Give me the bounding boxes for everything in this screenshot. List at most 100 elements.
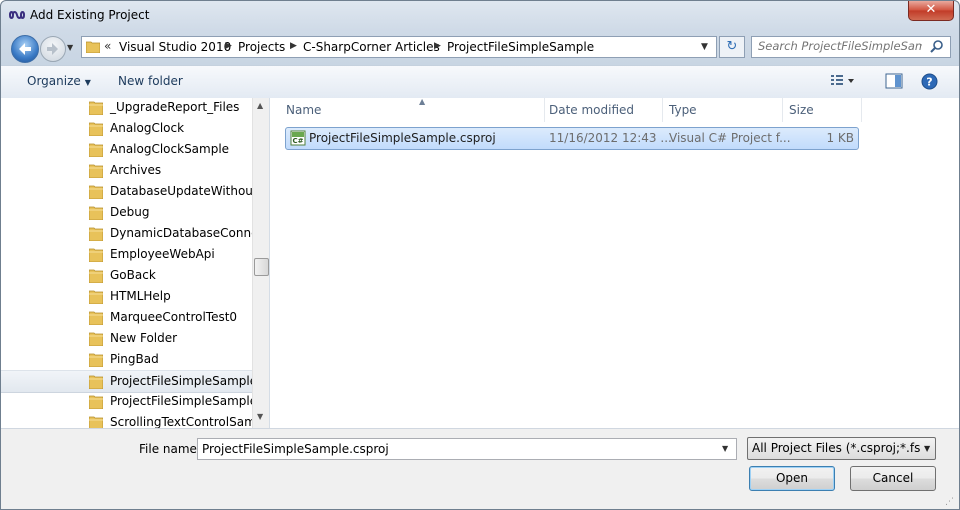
new-folder-button[interactable]: New folder [118,74,183,88]
sidebar-item-folder[interactable]: AnalogClock [1,118,254,139]
folder-icon [89,143,103,157]
back-arrow-icon [19,43,31,55]
sidebar-item-folder[interactable]: Archives [1,160,254,181]
recent-locations-dropdown[interactable]: ▼ [67,43,73,52]
column-name-label: Name [286,103,322,117]
folder-icon [89,416,103,428]
file-date-modified: 11/16/2012 12:43 ... [549,131,672,145]
search-icon[interactable] [930,39,944,53]
add-existing-project-dialog: Add Existing Project ✕ ▼ « Visual Studio… [0,0,960,510]
resize-grip-icon[interactable]: ⋰ [945,497,954,507]
breadcrumb-chevron-icon[interactable]: ▶ [225,41,232,51]
sidebar-item-folder[interactable]: ProjectFileSimpleSample [1,370,258,393]
folder-label: ProjectFileSimpleSample [110,374,258,388]
folder-icon [89,269,103,283]
folder-label: EmployeeWebApi [110,247,215,261]
search-box[interactable] [751,36,951,58]
search-input[interactable] [758,38,922,54]
sidebar-item-folder[interactable]: _UpgradeReport_Files [1,98,254,118]
sidebar-item-folder[interactable]: GoBack [1,265,254,286]
folder-label: AnalogClock [110,121,185,135]
folder-icon [89,332,103,346]
column-header-date[interactable]: Date modified [543,98,663,122]
folder-icon [89,101,103,115]
scroll-up-icon[interactable]: ▲ [257,101,263,110]
column-header-size[interactable]: Size [783,98,862,122]
column-size-label: Size [789,103,814,117]
folder-icon [89,122,103,136]
svg-text:C#: C# [292,137,303,145]
view-options-icon[interactable] [830,73,856,89]
svg-text:?: ? [926,76,932,89]
forward-button[interactable] [40,36,66,62]
folder-icon [89,185,103,199]
sidebar-item-folder[interactable]: PingBad [1,349,254,370]
folder-label: GoBack [110,268,156,282]
column-header-type[interactable]: Type [663,98,783,122]
column-date-label: Date modified [549,103,635,117]
sidebar-item-folder[interactable]: MarqueeControlTest0 [1,307,254,328]
refresh-button[interactable]: ↻ [719,36,745,58]
file-name-input[interactable] [202,440,712,457]
scrollbar-thumb[interactable] [254,258,269,276]
sidebar-item-folder[interactable]: AnalogClockSample [1,139,254,160]
folder-icon [89,290,103,304]
organize-label: Organize [27,74,81,88]
window-title: Add Existing Project [30,8,150,22]
folder-icon [89,353,103,367]
breadcrumb-projectfilesimplesample[interactable]: ProjectFileSimpleSample [447,40,594,54]
file-list-pane: Name ▲ Date modified Type Size C# Projec… [270,97,959,428]
folder-label: _UpgradeReport_Files [110,100,240,114]
sidebar-item-folder[interactable]: DatabaseUpdateWithoutCo [1,181,269,202]
dialog-footer: File name: ▼ All Project Files (*.csproj… [1,428,959,509]
breadcrumb-chevron-icon[interactable]: ▶ [290,41,297,51]
breadcrumb-visual-studio-2010[interactable]: Visual Studio 2010 [119,40,231,54]
sidebar-item-folder[interactable]: ScrollingTextControlSampl [1,412,267,428]
file-type-select[interactable]: All Project Files (*.csproj;*.fspro ▼ [747,437,936,460]
navigation-pane-scrollbar[interactable]: ▲ ▼ [252,98,269,428]
file-row[interactable]: C# ProjectFileSimpleSample.csproj 11/16/… [285,127,859,150]
folder-icon [89,206,103,220]
sidebar-item-folder[interactable]: EmployeeWebApi [1,244,254,265]
chevron-down-icon[interactable]: ▼ [722,444,728,453]
folder-label: New Folder [110,331,178,345]
sidebar-item-folder[interactable]: Debug [1,202,254,223]
folder-label: DatabaseUpdateWithoutCo [110,184,270,198]
file-type-value: All Project Files (*.csproj;*.fspro [752,441,920,455]
address-dropdown-icon[interactable]: ▼ [701,42,708,52]
scroll-down-icon[interactable]: ▼ [257,412,263,421]
cancel-button[interactable]: Cancel [850,466,936,491]
close-button[interactable]: ✕ [908,1,954,21]
csharp-project-icon: C# [290,130,306,146]
sidebar-item-folder[interactable]: HTMLHelp [1,286,254,307]
folder-label: Archives [110,163,162,177]
preview-pane-icon[interactable] [885,73,903,89]
back-button[interactable] [11,35,39,63]
address-bar[interactable]: « Visual Studio 2010 ▶ Projects ▶ C-Shar… [81,36,717,58]
help-icon[interactable]: ? [921,73,938,90]
folder-label: DynamicDatabaseConnect [110,226,270,240]
file-name: ProjectFileSimpleSample.csproj [309,131,496,145]
folder-label: MarqueeControlTest0 [110,310,238,324]
sidebar-item-folder[interactable]: DynamicDatabaseConnect [1,223,269,244]
file-size: 1 KB [826,131,854,145]
folder-icon [89,395,103,409]
folder-icon [89,311,103,325]
breadcrumb-chevron-icon[interactable]: ▶ [434,41,441,51]
file-name-combobox[interactable]: ▼ [197,438,737,460]
breadcrumb-projects[interactable]: Projects [238,40,285,54]
folder-icon [89,164,103,178]
column-header-name[interactable]: Name ▲ [280,97,545,122]
open-button[interactable]: Open [749,466,835,491]
forward-arrow-icon [47,43,58,55]
sidebar-item-folder[interactable]: New Folder [1,328,254,349]
sort-ascending-icon: ▲ [419,97,426,106]
close-icon: ✕ [925,2,937,17]
organize-menu[interactable]: Organize ▼ [27,74,91,88]
breadcrumb-csharpcorner-articles[interactable]: C-SharpCorner Articles [303,40,440,54]
folder-label: ScrollingTextControlSampl [110,415,267,428]
file-name-label: File name: [139,442,201,456]
breadcrumb-overflow-icon[interactable]: « [104,39,111,53]
sidebar-item-folder[interactable]: ProjectFileSimpleSampleIn [1,391,268,412]
visual-studio-icon [9,11,25,19]
